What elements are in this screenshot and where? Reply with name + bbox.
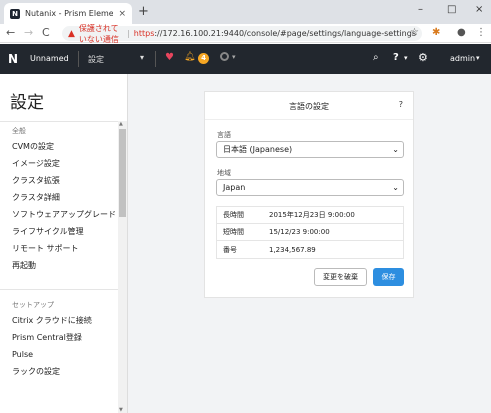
omnibox-divider: | (127, 29, 130, 38)
sidebar-item-citrix[interactable]: Citrix クラウドに接続 (0, 312, 118, 329)
sidebar-scrollbar[interactable]: ▲ ▼ (118, 121, 127, 413)
sidebar-item-expand[interactable]: クラスタ拡張 (0, 172, 118, 189)
sidebar-item-upgrade[interactable]: ソフトウェアアップグレード (0, 206, 118, 223)
settings-sidebar: 設定 全般 CVMの設定 イメージ設定 クラスタ拡張 クラスタ詳細 ソフトウェア… (0, 74, 128, 413)
tasks-circle-icon[interactable] (220, 52, 229, 61)
browser-tabstrip: N Nutanix - Prism Element × + – □ × (0, 0, 491, 24)
chevron-down-icon[interactable]: ▾ (140, 53, 144, 62)
sidebar-item-reboot[interactable]: 再起動 (0, 257, 118, 274)
nutanix-logo-icon[interactable]: N (8, 52, 18, 66)
scroll-down-icon[interactable]: ▼ (119, 407, 123, 413)
panel-title: 言語の設定 (289, 102, 329, 111)
forward-icon[interactable]: → (24, 27, 33, 39)
region-label: 地域 (217, 169, 231, 177)
chevron-down-icon[interactable]: ▾ (404, 54, 408, 62)
header-divider (78, 51, 79, 67)
app-header: N Unnamed 設定 ▾ ♥ 🔔︎ 4 ▾ ⌕ ? ▾ ⚙ admin ▾ (0, 44, 491, 74)
alert-count-badge[interactable]: 4 (198, 53, 209, 64)
url-path: ://172.16.100.21:9440/console/#page/sett… (154, 29, 416, 38)
main-menu-label[interactable]: 設定 (88, 54, 104, 65)
insecure-label: 保護されていない通信 (78, 23, 119, 44)
help-icon[interactable]: ? (399, 100, 403, 109)
sidebar-item-cvm[interactable]: CVMの設定 (0, 138, 118, 155)
chevron-down-icon[interactable]: ▾ (476, 54, 480, 62)
language-settings-panel: 言語の設定 ? 言語 日本語 (Japanese) ⌄ 地域 Japan ⌄ 長… (204, 91, 414, 298)
sidebar-section-setup: セットアップ (12, 301, 54, 309)
chevron-down-icon: ⌄ (392, 145, 399, 154)
user-menu[interactable]: admin (450, 54, 475, 63)
format-preview-table: 長時間 2015年12月23日 9:00:00 短時間 15/12/23 9:0… (216, 206, 404, 259)
sidebar-item-details[interactable]: クラスタ詳細 (0, 189, 118, 206)
gear-icon[interactable]: ⚙ (418, 51, 428, 64)
url-text: https://172.16.100.21:9440/console/#page… (134, 29, 416, 38)
language-label: 言語 (217, 131, 231, 139)
url-scheme: https (133, 29, 155, 38)
sidebar-list: 全般 CVMの設定 イメージ設定 クラスタ拡張 クラスタ詳細 ソフトウェアアップ… (0, 121, 118, 407)
address-bar[interactable]: ▲ 保護されていない通信 | https://172.16.100.21:944… (62, 24, 422, 44)
panel-header: 言語の設定 ? (205, 92, 413, 120)
window-close-icon[interactable]: × (475, 4, 483, 15)
row-key: 短時間 (223, 228, 244, 236)
tab-close-icon[interactable]: × (118, 9, 126, 19)
table-row: 短時間 15/12/23 9:00:00 (217, 224, 403, 241)
main-content: 言語の設定 ? 言語 日本語 (Japanese) ⌄ 地域 Japan ⌄ 長… (128, 74, 491, 413)
nutanix-favicon-icon: N (10, 8, 20, 19)
cluster-name[interactable]: Unnamed (30, 54, 69, 63)
browser-tab[interactable]: N Nutanix - Prism Element × (4, 3, 132, 24)
region-select-value: Japan (223, 183, 246, 192)
page-title: 設定 (10, 93, 44, 113)
bookmark-star-icon[interactable]: ☆ (410, 27, 419, 38)
maximize-icon[interactable]: □ (447, 4, 456, 15)
row-value: 1,234,567.89 (269, 245, 316, 254)
alert-bell-icon[interactable]: 🔔︎ (184, 52, 195, 62)
sidebar-section-general: 全般 (12, 127, 26, 135)
warning-icon: ▲ (68, 28, 75, 39)
scrollbar-thumb[interactable] (119, 129, 126, 217)
chevron-down-icon: ⌄ (392, 183, 399, 192)
language-select[interactable]: 日本語 (Japanese) ⌄ (216, 141, 404, 158)
discard-changes-button[interactable]: 変更を破棄 (314, 268, 367, 286)
sidebar-item-pulse[interactable]: Pulse (0, 346, 118, 363)
row-value: 15/12/23 9:00:00 (269, 228, 330, 236)
row-key: 番号 (223, 245, 237, 254)
table-row: 長時間 2015年12月23日 9:00:00 (217, 207, 403, 224)
save-button[interactable]: 保存 (373, 268, 404, 286)
sidebar-item-rack[interactable]: ラックの設定 (0, 363, 118, 380)
region-select[interactable]: Japan ⌄ (216, 179, 404, 196)
sidebar-item-image[interactable]: イメージ設定 (0, 155, 118, 172)
sidebar-item-prism-central[interactable]: Prism Central登録 (0, 329, 118, 346)
sidebar-item-remote-support[interactable]: リモート サポート (0, 240, 118, 257)
scroll-up-icon[interactable]: ▲ (119, 121, 123, 127)
browser-menu-icon[interactable]: ⋮ (476, 27, 486, 38)
sidebar-item-lcm[interactable]: ライフサイクル管理 (0, 223, 118, 240)
header-divider (155, 51, 156, 67)
row-key: 長時間 (223, 211, 244, 219)
profile-icon[interactable]: ● (457, 27, 466, 38)
row-value: 2015年12月23日 9:00:00 (269, 211, 355, 219)
extension-icon[interactable]: ✱ (432, 27, 440, 38)
browser-toolbar: ← → C ▲ 保護されていない通信 | https://172.16.100.… (0, 24, 491, 44)
minimize-icon[interactable]: – (418, 4, 423, 15)
tab-title: Nutanix - Prism Element (25, 9, 114, 18)
table-row: 番号 1,234,567.89 (217, 241, 403, 258)
reload-icon[interactable]: C (42, 27, 50, 39)
new-tab-button[interactable]: + (138, 5, 149, 18)
back-icon[interactable]: ← (6, 27, 15, 39)
search-icon[interactable]: ⌕ (373, 52, 379, 63)
language-select-value: 日本語 (Japanese) (223, 145, 293, 154)
help-icon[interactable]: ? (393, 52, 399, 63)
sidebar-divider (0, 274, 118, 290)
health-heart-icon[interactable]: ♥ (165, 52, 174, 63)
chevron-down-icon[interactable]: ▾ (232, 53, 236, 61)
